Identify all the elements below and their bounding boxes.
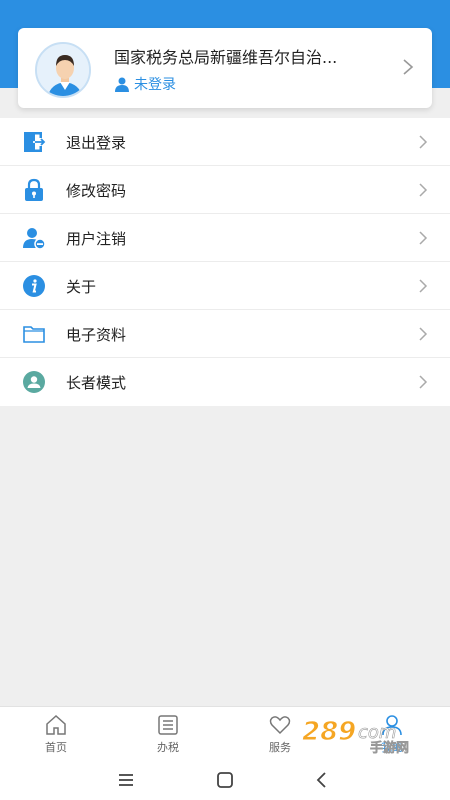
svg-text:手游网: 手游网: [370, 740, 409, 754]
home-square-icon[interactable]: [213, 768, 237, 792]
svg-text:com: com: [358, 722, 396, 743]
menu-item-e-documents[interactable]: 电子资料: [0, 310, 450, 358]
login-status[interactable]: 未登录: [114, 74, 176, 94]
system-nav-bar: [0, 760, 450, 800]
login-status-label: 未登录: [134, 77, 176, 93]
menu-item-about[interactable]: 关于: [0, 262, 450, 310]
menu-item-logout[interactable]: 退出登录: [0, 118, 450, 166]
elder-mode-icon: [23, 371, 45, 393]
chevron-right-icon: [419, 231, 428, 245]
logout-door-icon: [24, 132, 46, 152]
menu-item-deregister[interactable]: 用户注销: [0, 214, 450, 262]
chevron-right-icon: [419, 183, 428, 197]
info-icon: [23, 275, 45, 297]
lock-icon: [25, 178, 43, 201]
profile-card[interactable]: 国家税务总局新疆维吾尔自治... 未登录: [18, 28, 432, 108]
watermark-logo: 289 com 手游网: [302, 717, 410, 755]
menu-item-change-password[interactable]: 修改密码: [0, 166, 450, 214]
svg-text:289: 289: [302, 717, 356, 747]
heart-icon: [269, 716, 291, 735]
tab-tax[interactable]: 办税: [112, 707, 224, 761]
organization-name: 国家税务总局新疆维吾尔自治...: [114, 48, 338, 67]
chevron-right-icon: [419, 327, 428, 341]
tab-label: 首页: [45, 741, 67, 754]
menu-item-label: 修改密码: [66, 182, 127, 200]
menu-item-label: 退出登录: [66, 134, 127, 152]
person-icon: [115, 77, 129, 92]
folder-icon: [23, 326, 45, 343]
chevron-right-icon: [419, 135, 428, 149]
home-icon: [46, 714, 66, 735]
chevron-right-icon: [403, 59, 414, 75]
chevron-right-icon: [419, 375, 428, 389]
menu-item-label: 用户注销: [66, 230, 127, 248]
menu-item-label: 电子资料: [66, 326, 127, 344]
menu-icon[interactable]: [114, 768, 138, 792]
menu-item-elder-mode[interactable]: 长者模式: [0, 358, 450, 406]
menu-item-label: 长者模式: [66, 374, 127, 392]
list-icon: [158, 715, 178, 735]
back-icon[interactable]: [310, 768, 334, 792]
tab-home[interactable]: 首页: [0, 707, 112, 761]
user-remove-icon: [23, 228, 46, 250]
tab-label: 办税: [157, 741, 179, 754]
settings-menu: 退出登录 修改密码 用户注销 关于 电子资料 长者模式: [0, 118, 450, 406]
chevron-right-icon: [419, 279, 428, 293]
person-avatar-icon: [35, 42, 91, 98]
menu-item-label: 关于: [66, 278, 97, 296]
